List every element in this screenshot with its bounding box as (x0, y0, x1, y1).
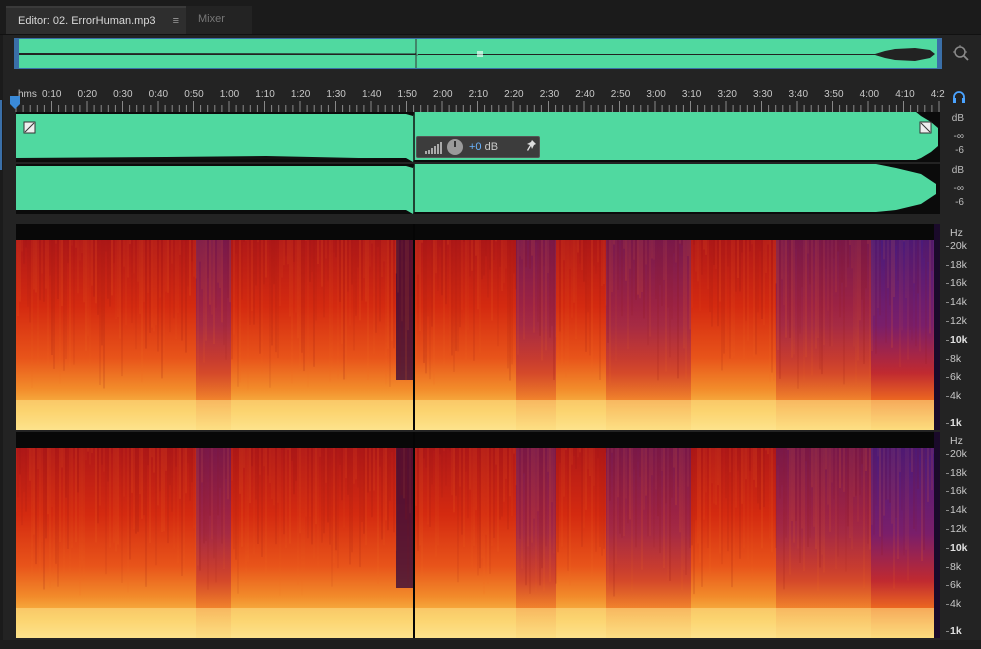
tab-mixer-label: Mixer (198, 13, 225, 25)
db-scale-right: dB -∞ -6 (944, 164, 980, 214)
hz-tick (946, 454, 949, 455)
hz-tick-label: 14k (950, 296, 967, 308)
spectrogram-channel-right[interactable] (16, 432, 940, 638)
hz-scale-right: Hz 20k 18k 16k 14k 12k 10k 8k 6k 4k 1k (946, 432, 980, 638)
volume-unit: dB (484, 141, 499, 153)
hz-tick (946, 283, 949, 284)
hz-tick-label: 6k (950, 371, 962, 383)
hz-tick (946, 396, 949, 397)
hz-tick-label: 10k (950, 542, 968, 554)
spectrogram-channel-left[interactable] (16, 224, 940, 430)
hz-tick-label: 20k (950, 448, 967, 460)
hz-tick (946, 585, 949, 586)
hz-tick-label: 12k (950, 315, 967, 327)
hz-tick-label: 8k (950, 561, 962, 573)
panel-splitter-handle[interactable] (500, 216, 530, 228)
volume-readout: +0 dB (469, 141, 498, 153)
hz-tick (946, 473, 949, 474)
hz-tick-label: 14k (950, 504, 967, 516)
time-ruler[interactable]: hms 0:10 0:20 0:30 0:40 0:50 1:00 1:10 1:20 1:30… (14, 86, 945, 112)
hz-tick (946, 491, 949, 492)
hz-tick-label: 6k (950, 579, 962, 591)
tab-editor[interactable]: Editor: 02. ErrorHuman.mp3 ≡ (6, 6, 189, 34)
hz-tick (946, 377, 949, 378)
hz-tick (946, 265, 949, 266)
hz-tick-label: 16k (950, 277, 967, 289)
tab-mixer[interactable]: Mixer (186, 6, 252, 34)
hz-tick (946, 510, 949, 511)
hz-tick-label: 4k (950, 598, 962, 610)
hz-unit-label: Hz (950, 435, 963, 447)
panel-left-accent (0, 100, 2, 170)
level-bars-icon (425, 142, 442, 154)
hz-tick (946, 359, 949, 360)
zoom-magnifier-icon[interactable] (952, 44, 970, 62)
hz-tick (946, 631, 949, 632)
db-inf-label: -∞ (953, 131, 964, 142)
db-inf-label: -∞ (953, 183, 964, 194)
hz-tick (946, 246, 949, 247)
db-minus6-label: -6 (955, 145, 964, 156)
hz-tick (946, 548, 949, 549)
overview-waveform[interactable] (14, 38, 942, 69)
hz-tick-label: 12k (950, 523, 967, 535)
headphones-icon[interactable] (952, 90, 966, 104)
hz-unit-label: Hz (950, 227, 963, 239)
hz-tick (946, 340, 949, 341)
hz-tick (946, 567, 949, 568)
hz-tick-label: 1k (950, 417, 962, 429)
playhead-marker[interactable] (10, 96, 20, 110)
hz-tick (946, 321, 949, 322)
volume-value: +0 (469, 141, 482, 153)
tab-editor-label: Editor: 02. ErrorHuman.mp3 (18, 15, 156, 27)
hz-tick (946, 302, 949, 303)
hz-tick-label: 16k (950, 485, 967, 497)
hz-tick-label: 1k (950, 625, 962, 637)
hz-tick-label: 8k (950, 353, 962, 365)
hz-tick-label: 20k (950, 240, 967, 252)
volume-knob[interactable] (447, 139, 463, 155)
hz-tick (946, 423, 949, 424)
db-scale-left: dB -∞ -6 (944, 112, 980, 162)
hz-tick-label: 4k (950, 390, 962, 402)
tab-bar: Editor: 02. ErrorHuman.mp3 ≡ Mixer (0, 0, 981, 35)
hz-tick-label: 10k (950, 334, 968, 346)
db-unit-label: dB (951, 165, 964, 176)
tab-menu-icon[interactable]: ≡ (173, 8, 179, 34)
volume-hud[interactable]: +0 dB (416, 136, 540, 158)
waveform-channel-right[interactable] (16, 164, 940, 214)
hz-tick (946, 604, 949, 605)
pin-icon[interactable] (527, 140, 537, 155)
hz-scale-left: Hz 20k 18k 16k 14k 12k 10k 8k 6k 4k 1k (946, 224, 980, 430)
hz-tick-label: 18k (950, 467, 967, 479)
hz-tick (946, 529, 949, 530)
hz-tick-label: 18k (950, 259, 967, 271)
bottom-strip (0, 640, 981, 649)
db-unit-label: dB (951, 113, 964, 124)
db-minus6-label: -6 (955, 197, 964, 208)
